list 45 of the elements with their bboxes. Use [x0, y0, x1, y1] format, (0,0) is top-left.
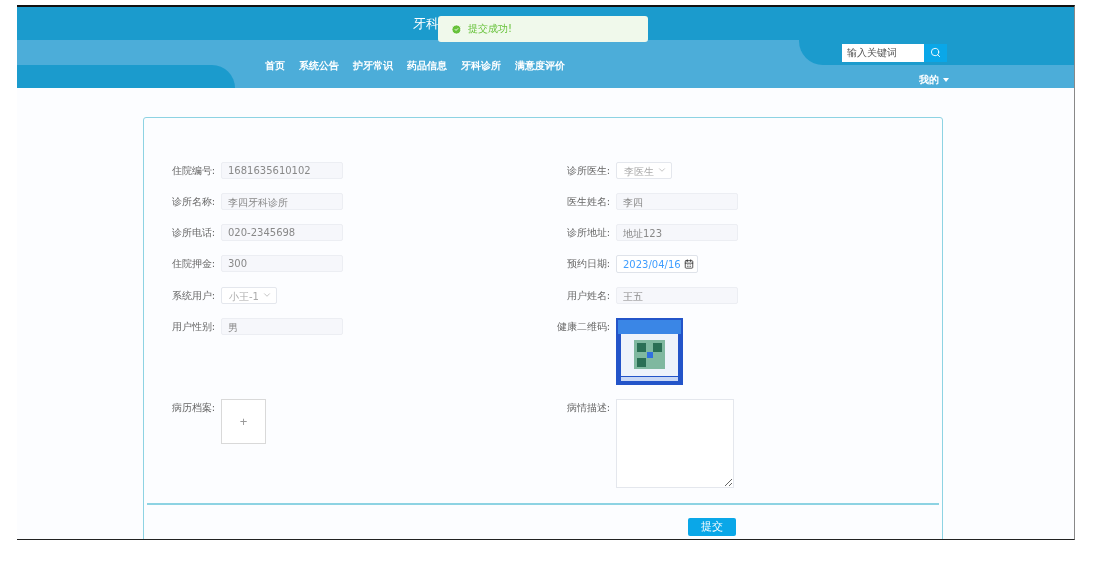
field-label: 诊所电话: [170, 226, 215, 240]
input-field[interactable]: 男 [221, 318, 343, 335]
date-field[interactable]: 2023/04/16 [616, 255, 698, 273]
description-field[interactable] [616, 399, 734, 488]
field-label: 住院押金: [170, 257, 215, 271]
search-icon [930, 47, 941, 58]
upload-button[interactable]: + [221, 399, 266, 444]
field-label: 用户姓名: [565, 289, 610, 303]
field-label: 诊所医生: [565, 164, 610, 178]
input-field[interactable]: 李四牙科诊所 [221, 193, 343, 210]
field-label: 用户性别: [170, 320, 215, 334]
nav-link[interactable]: 药品信息 [407, 59, 447, 73]
field-label: 病情描述: [565, 401, 610, 415]
search-field[interactable]: 输入关键词 [842, 43, 924, 62]
input-field[interactable]: 1681635610102 [221, 162, 343, 179]
chevron-down-icon [262, 290, 272, 300]
input-field[interactable]: 020-2345698 [221, 224, 343, 241]
nav-link[interactable]: 牙科诊所 [461, 59, 501, 73]
nav-link[interactable]: 系统公告 [299, 59, 339, 73]
check-icon [451, 23, 462, 35]
field-label: 诊所地址: [565, 226, 610, 240]
site-title: 牙科 [412, 14, 439, 33]
field-label: 诊所名称: [170, 195, 215, 209]
toast-message: 提交成功! [468, 22, 512, 36]
field-label: 病历档案: [170, 401, 215, 415]
nav-link[interactable]: 首页 [265, 59, 285, 73]
chevron-down-icon [657, 165, 667, 175]
input-field[interactable]: 王五 [616, 287, 738, 304]
user-menu[interactable]: 我的 [799, 65, 1074, 87]
select-field[interactable]: 李医生 [616, 162, 672, 179]
nav-link[interactable]: 护牙常识 [353, 59, 393, 73]
input-field[interactable]: 300 [221, 255, 343, 272]
input-field[interactable]: 地址123 [616, 224, 738, 241]
select-field[interactable]: 小王-1 [221, 287, 277, 304]
nav-link[interactable]: 满意度评价 [515, 59, 565, 73]
submit-button[interactable]: 提交 [688, 517, 736, 536]
field-label: 系统用户: [170, 289, 215, 303]
field-label: 医生姓名: [565, 195, 610, 209]
calendar-icon [684, 259, 694, 269]
caret-icon [943, 78, 949, 82]
field-label: 健康二维码: [555, 320, 610, 334]
search-button[interactable] [924, 43, 947, 62]
field-label: 预约日期: [565, 257, 610, 271]
field-label: 住院编号: [170, 164, 215, 178]
input-field[interactable]: 李四 [616, 193, 738, 210]
